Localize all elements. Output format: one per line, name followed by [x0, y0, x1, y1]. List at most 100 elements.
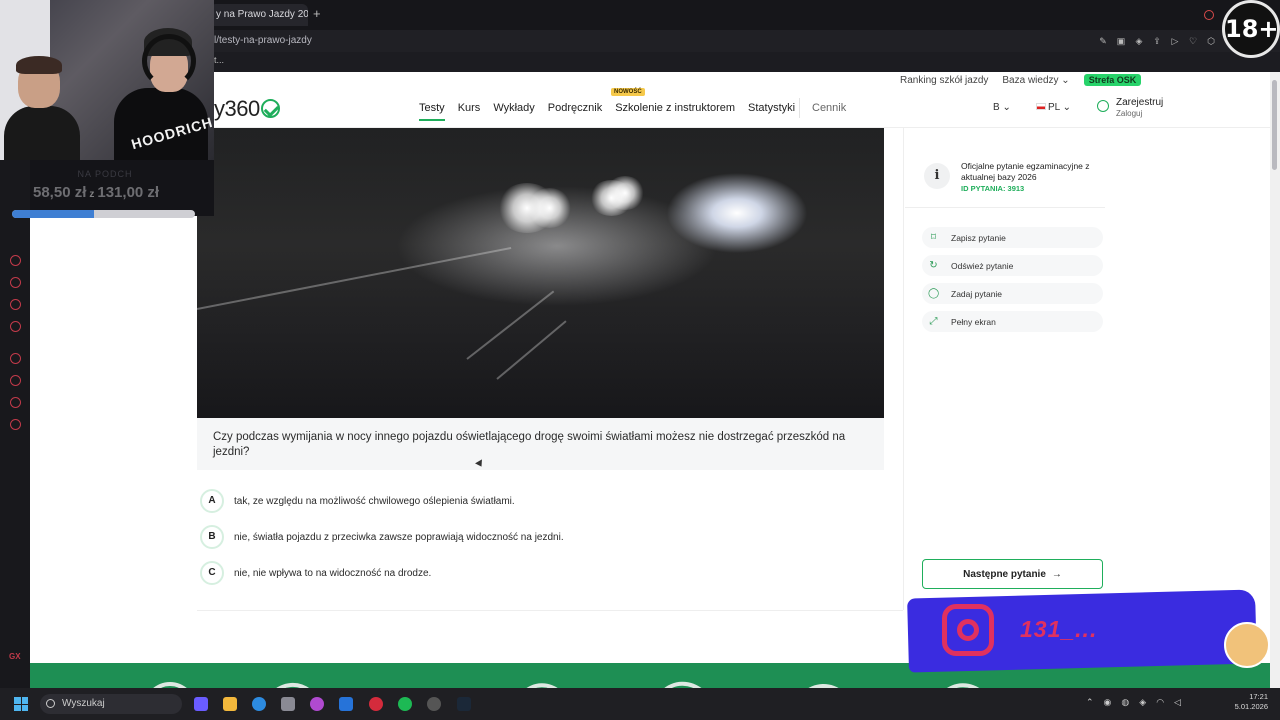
question-text: Czy podczas wymijania w nocy innego poja… — [213, 431, 846, 458]
donation-current: 58,50 zł — [33, 184, 87, 201]
road-marking — [496, 320, 567, 380]
nav-testy[interactable]: Testy — [419, 102, 445, 121]
history-icon[interactable] — [10, 255, 21, 266]
date: 5.01.2026 — [1234, 702, 1268, 711]
fullscreen-icon: ⤢ — [929, 316, 938, 327]
donation-amounts: 58,50 zł z 131,00 zł — [33, 184, 159, 201]
clock[interactable]: 17:21 5.01.2026 — [1226, 692, 1268, 712]
spotify-icon[interactable] — [398, 697, 412, 711]
pin-icon[interactable]: ✎ — [1098, 36, 1108, 46]
play-icon[interactable]: ▷ — [1170, 36, 1180, 46]
donation-label: NA PODCH — [77, 169, 133, 179]
chat-icon: ◯ — [928, 288, 940, 299]
answer-option[interactable]: C nie, nie wpływa to na widoczność na dr… — [200, 561, 431, 585]
taskbar-search[interactable]: Wyszukaj — [40, 694, 182, 714]
next-question-label: Następne pytanie — [963, 568, 1046, 580]
outlook-icon[interactable] — [339, 697, 353, 711]
camera-icon[interactable]: ▣ — [1116, 36, 1126, 46]
answer-text: nie, światła pojazdu z przeciwka zawsze … — [234, 531, 564, 543]
nav-wyklady[interactable]: Wykłady — [493, 102, 534, 114]
heart-icon[interactable]: ♡ — [1188, 36, 1198, 46]
age-rating-badge: 18+ — [1222, 0, 1280, 58]
language-select[interactable]: PL ⌄ — [1036, 102, 1071, 113]
edge-icon[interactable] — [252, 697, 266, 711]
new-badge: NOWOŚĆ — [611, 88, 645, 96]
avatar — [1224, 622, 1270, 668]
search-icon[interactable] — [1204, 10, 1214, 20]
fullscreen-button[interactable]: ⤢ Pełny ekran — [922, 311, 1103, 332]
headlight-glow — [527, 188, 572, 228]
check-circle-icon — [260, 99, 280, 118]
windows-start-icon[interactable] — [14, 697, 28, 711]
nav-cennik[interactable]: Cennik — [812, 102, 846, 114]
nav-statystyki[interactable]: Statystyki — [748, 102, 795, 114]
browser-toolbar-icons: ✎ ▣ ◈ ⇪ ▷ ♡ ⬡ ⇩ — [1098, 30, 1234, 52]
top-links: Ranking szkół jazdy Baza wiedzy ⌄ Strefa… — [900, 72, 1142, 88]
store-icon[interactable] — [281, 697, 295, 711]
register-link[interactable]: Zarejestruj — [1116, 97, 1163, 108]
new-tab-button[interactable]: + — [313, 6, 327, 22]
refresh-question-button[interactable]: ↻ Odśwież pytanie — [922, 255, 1103, 276]
knowledge-base-link[interactable]: Baza wiedzy ⌄ — [1002, 75, 1069, 86]
flag-icon — [1036, 103, 1046, 110]
gx-logo: GX — [9, 652, 21, 661]
user-icon[interactable] — [1097, 100, 1109, 112]
bookmark-icon: ⌑ — [930, 232, 937, 243]
site-logo[interactable]: y360 — [214, 96, 280, 122]
steam-icon[interactable] — [457, 697, 471, 711]
shield-icon[interactable]: ◈ — [1134, 36, 1144, 46]
streamer — [4, 56, 80, 160]
wifi-icon[interactable]: ◠ — [1156, 697, 1164, 708]
settings-icon[interactable] — [10, 419, 21, 430]
folder-icon[interactable] — [223, 697, 237, 711]
tray-app-icon[interactable]: ◉ — [1104, 697, 1112, 708]
bag-icon[interactable] — [10, 277, 21, 288]
answer-option[interactable]: B nie, światła pojazdu z przeciwka zawsz… — [200, 525, 564, 549]
nav-kurs[interactable]: Kurs — [458, 102, 481, 114]
share-icon[interactable]: ⇪ — [1152, 36, 1162, 46]
panel-separator — [905, 207, 1105, 208]
browser-tab[interactable]: y na Prawo Jazdy 202 — [210, 4, 308, 26]
ask-question-button[interactable]: ◯ Zadaj pytanie — [922, 283, 1103, 304]
browser-sidebar — [0, 72, 30, 688]
answer-letter: C — [200, 561, 224, 585]
tray-app-icon[interactable]: ◍ — [1121, 697, 1129, 708]
volume-icon[interactable]: ◁ — [1174, 697, 1181, 708]
player-icon[interactable] — [10, 353, 21, 364]
tray-app-icon[interactable]: ◈ — [1139, 697, 1146, 708]
answer-option[interactable]: A tak, ze względu na możliwość chwiloweg… — [200, 489, 515, 513]
app-icon[interactable] — [310, 697, 324, 711]
chevron-down-icon: ⌄ — [1062, 102, 1072, 113]
discord-icon[interactable] — [10, 299, 21, 310]
extensions-icon[interactable] — [10, 397, 21, 408]
next-question-button[interactable]: Następne pytanie → — [922, 559, 1103, 589]
nav-podrecznik[interactable]: Podręcznik — [548, 102, 602, 114]
copilot-icon[interactable] — [194, 697, 208, 711]
official-question-note: Oficjalne pytanie egzaminacyjne z aktual… — [961, 161, 1090, 182]
category-select[interactable]: B ⌄ — [993, 102, 1011, 113]
strefa-osk-button[interactable]: Strefa OSK — [1083, 74, 1142, 86]
answer-letter: A — [200, 489, 224, 513]
opera-gx-icon[interactable] — [369, 697, 383, 711]
panel-divider — [903, 128, 904, 610]
chevron-up-icon[interactable]: ⌃ — [1086, 697, 1094, 708]
arrow-right-icon: → — [1051, 568, 1062, 580]
donation-progress-bar — [12, 210, 195, 218]
url-text[interactable]: l/testy-na-prawo-jazdy — [214, 30, 312, 52]
messenger-icon[interactable] — [10, 321, 21, 332]
headlight-glow — [605, 176, 645, 210]
clock-icon[interactable] — [10, 375, 21, 386]
bookmark-item[interactable]: t... — [214, 52, 224, 68]
scrollbar-thumb[interactable] — [1272, 80, 1277, 170]
cube-icon[interactable]: ⬡ — [1206, 36, 1216, 46]
donation-goal: 131,00 zł — [97, 184, 160, 201]
answer-letter: B — [200, 525, 224, 549]
system-tray: ⌃ ◉ ◍ ◈ ◠ ◁ — [1086, 697, 1181, 708]
login-link[interactable]: Zaloguj — [1116, 109, 1142, 118]
app-icon[interactable] — [427, 697, 441, 711]
nav-szkolenie[interactable]: Szkolenie z instruktorem — [615, 102, 735, 114]
chevron-down-icon: ⌄ — [1061, 74, 1070, 86]
ranking-link[interactable]: Ranking szkół jazdy — [900, 75, 988, 86]
save-question-button[interactable]: ⌑ Zapisz pytanie — [922, 227, 1103, 248]
webcam-overlay: HOODRICH — [0, 0, 214, 160]
